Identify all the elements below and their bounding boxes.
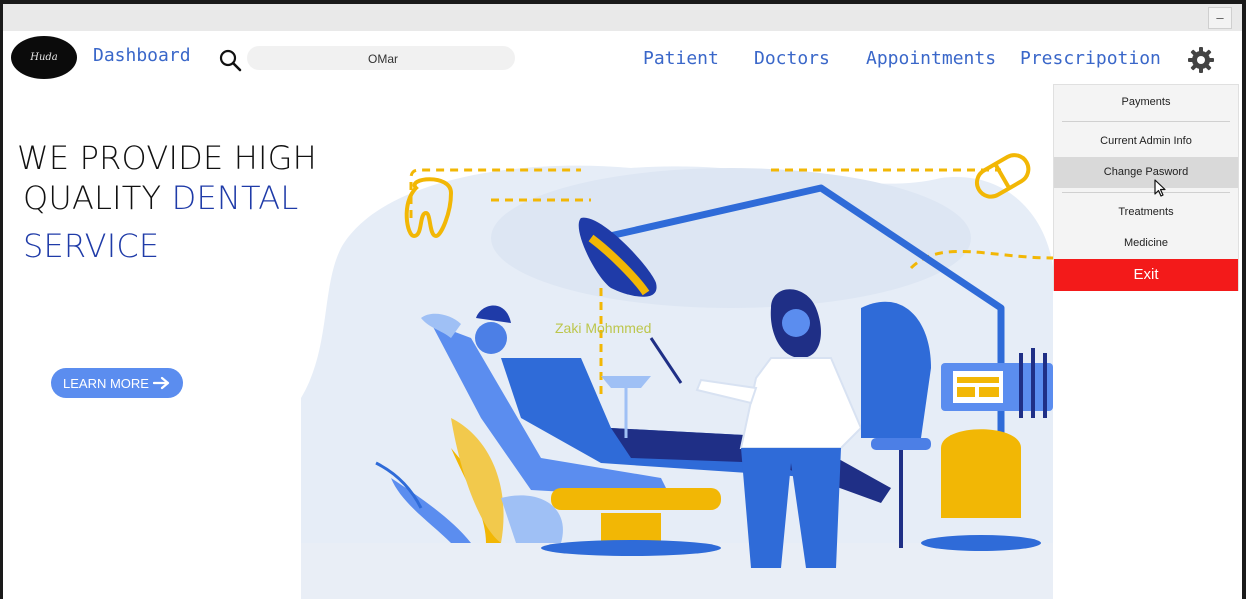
learn-more-button[interactable]: LEARN MORE — [51, 368, 183, 398]
settings-dropdown-menu: Payments Current Admin Info Change Paswo… — [1053, 84, 1239, 291]
menu-exit-button[interactable]: Exit — [1054, 259, 1238, 291]
watermark-text: Zaki Mohmmed — [555, 320, 652, 336]
search-icon[interactable] — [218, 48, 242, 72]
menu-treatments[interactable]: Treatments — [1054, 196, 1238, 228]
mouse-cursor-icon — [1154, 179, 1166, 197]
logo-text: Huda — [30, 52, 58, 63]
nav-dashboard[interactable]: Dashboard — [93, 45, 191, 66]
hero-line-2b: DENTAL — [171, 179, 299, 217]
menu-divider — [1062, 192, 1230, 193]
hero-line-3: SERVICE — [23, 227, 160, 265]
top-navbar: Huda Dashboard Patient Doctors Appointme… — [3, 31, 1242, 87]
menu-medicine[interactable]: Medicine — [1054, 228, 1238, 258]
menu-payments[interactable]: Payments — [1054, 85, 1238, 119]
minimize-button[interactable]: – — [1208, 7, 1232, 29]
hero-line-1: WE PROVIDE HIGH — [17, 139, 317, 177]
clinic-logo[interactable]: Huda — [11, 36, 77, 79]
app-window: – Huda Dashboard Patient Doctors Appoint… — [3, 4, 1242, 599]
nav-prescription[interactable]: Prescripotion — [1020, 48, 1161, 69]
search-input[interactable] — [247, 46, 519, 72]
menu-current-admin-info[interactable]: Current Admin Info — [1054, 125, 1238, 157]
nav-patient[interactable]: Patient — [643, 48, 719, 69]
nav-doctors[interactable]: Doctors — [754, 48, 830, 69]
menu-change-password[interactable]: Change Pasword — [1054, 157, 1238, 188]
nav-appointments[interactable]: Appointments — [866, 48, 996, 69]
arrow-right-icon — [152, 376, 170, 390]
title-bar: – — [3, 4, 1242, 31]
hero-headline: WE PROVIDE HIGH QUALITY DENTAL SERVICE — [17, 138, 317, 266]
search-field-wrap — [247, 46, 519, 72]
menu-divider — [1062, 121, 1230, 122]
gear-icon[interactable] — [1187, 46, 1215, 74]
hero-line-2a: QUALITY — [23, 179, 172, 217]
hero-line-2: QUALITY DENTAL — [17, 178, 317, 218]
learn-more-label: LEARN MORE — [63, 375, 149, 391]
dental-clinic-illustration — [301, 153, 1053, 599]
